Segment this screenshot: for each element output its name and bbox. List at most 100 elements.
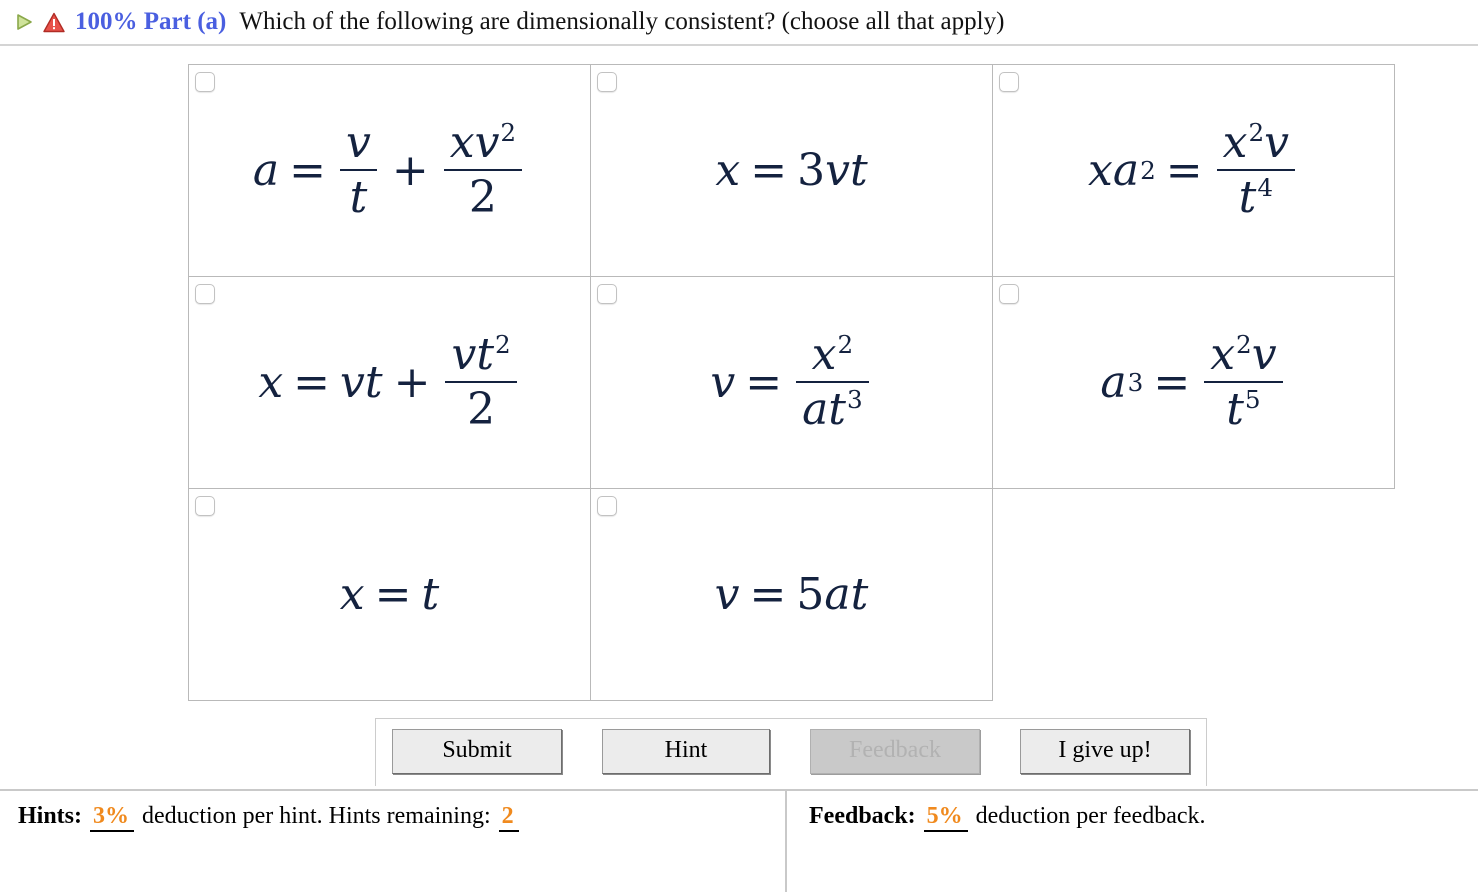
option-cell-8[interactable]: v = 5 a t: [590, 488, 993, 701]
hints-remaining-value: 2: [498, 803, 519, 832]
formula-3-equals: =: [1165, 144, 1203, 196]
formula-1-f2-num: xv2: [444, 116, 522, 169]
options-row-1: a = v t + xv2 2 x = 3 v t x a 2 = x2v t4: [188, 64, 1395, 277]
options-row-2: x = v t + vt2 2 v = x2 at3 a 3 = x2v t5: [188, 276, 1395, 489]
hints-panel: Hints: 3% deduction per hint. Hints rema…: [0, 791, 787, 892]
formula-4-num-exp: 2: [495, 330, 511, 360]
question-header: 100% Part (a) Which of the following are…: [0, 0, 1478, 46]
formula-6-den: t5: [1204, 381, 1283, 435]
question-prompt: Which of the following are dimensionally…: [239, 8, 1005, 35]
options-grid: a = v t + xv2 2 x = 3 v t x a 2 = x2v t4…: [188, 64, 1395, 701]
option-formula-1: a = v t + xv2 2: [252, 116, 526, 221]
formula-3-lhs-x: x: [1088, 144, 1113, 196]
formula-4-equals: =: [293, 356, 331, 408]
option-cell-6[interactable]: a3 = x2v t5: [992, 276, 1395, 489]
formula-5-den: at3: [796, 381, 869, 433]
feedback-deduction-value: 5%: [923, 803, 968, 832]
formula-1-equals: =: [289, 144, 326, 196]
formula-1-f1-num: v: [346, 116, 371, 168]
formula-7-equals: =: [374, 568, 412, 620]
play-triangle-icon[interactable]: [14, 12, 34, 32]
option-cell-empty: [993, 489, 1395, 701]
option-checkbox-6[interactable]: [999, 284, 1019, 304]
formula-3-den-exp: 4: [1257, 173, 1273, 203]
formula-5-lhs: v: [710, 356, 736, 408]
formula-8-equals: =: [749, 568, 787, 620]
option-cell-3[interactable]: x a 2 = x2v t4: [992, 64, 1395, 277]
formula-1-f2-num-v: v: [474, 116, 500, 168]
give-up-button[interactable]: I give up!: [1020, 729, 1190, 774]
feedback-label: Feedback:: [809, 803, 916, 829]
formula-5-den-a: a: [802, 384, 829, 435]
option-checkbox-2[interactable]: [597, 72, 617, 92]
formula-4-num-t: t: [476, 328, 494, 380]
formula-2-coef: 3: [797, 144, 826, 196]
option-formula-4: x = v t + vt2 2: [258, 328, 520, 433]
formula-6-lhs-a: a: [1100, 356, 1127, 408]
option-checkbox-4[interactable]: [195, 284, 215, 304]
formula-4-num: vt2: [445, 328, 516, 381]
formula-4-den: 2: [445, 381, 517, 433]
formula-6-num-v: v: [1251, 328, 1277, 380]
formula-4-fraction: vt2 2: [445, 328, 517, 433]
formula-6-den-exp: 5: [1244, 385, 1261, 415]
formula-1-f2-den: 2: [443, 169, 523, 221]
formula-5-equals: =: [745, 356, 783, 408]
option-cell-4[interactable]: x = v t + vt2 2: [188, 276, 591, 489]
formula-3-lhs-a: a: [1112, 144, 1140, 196]
option-cell-1[interactable]: a = v t + xv2 2: [188, 64, 591, 277]
warning-triangle-icon[interactable]: [43, 12, 65, 33]
formula-4-lhs: x: [258, 356, 284, 408]
option-formula-7: x = t: [340, 568, 440, 620]
option-formula-3: x a 2 = x2v t4: [1088, 118, 1299, 223]
hint-button[interactable]: Hint: [602, 729, 770, 774]
formula-1-f1-den: t: [340, 169, 377, 221]
formula-5-num-x: x: [811, 328, 837, 380]
option-formula-6: a3 = x2v t5: [1100, 328, 1286, 435]
option-checkbox-8[interactable]: [597, 496, 617, 516]
formula-3-num-exp: 2: [1248, 118, 1265, 148]
formula-6-num: x2v: [1204, 328, 1282, 381]
formula-2-equals: =: [750, 144, 788, 196]
formula-1-plus: +: [391, 144, 429, 196]
formula-7-rhs: t: [421, 568, 440, 620]
option-cell-7[interactable]: x = t: [188, 488, 591, 701]
formula-1-fraction-1: v t: [340, 116, 377, 221]
formula-1-fraction-2: xv2 2: [443, 116, 523, 221]
formula-3-num: x2v: [1217, 118, 1295, 169]
formula-4-v: v: [340, 356, 365, 408]
option-formula-8: v = 5 a t: [715, 568, 869, 620]
formula-3-den-t: t: [1238, 172, 1257, 223]
formula-6-equals: =: [1153, 356, 1191, 408]
formula-8-coef: 5: [796, 568, 825, 620]
hints-description: deduction per hint. Hints remaining:: [142, 803, 491, 829]
formula-5-den-t: t: [828, 384, 846, 435]
options-row-3: x = t v = 5 a t: [188, 488, 1395, 701]
formula-8-t: t: [850, 568, 869, 620]
formula-1-f2-num-x: x: [449, 116, 475, 168]
action-bar: Submit Hint Feedback I give up!: [375, 718, 1207, 786]
submit-button[interactable]: Submit: [392, 729, 562, 774]
option-checkbox-1[interactable]: [195, 72, 215, 92]
option-checkbox-3[interactable]: [999, 72, 1019, 92]
option-formula-5: v = x2 at3: [710, 328, 872, 433]
formula-3-fraction: x2v t4: [1216, 118, 1295, 223]
action-bar-wrapper: Submit Hint Feedback I give up!: [0, 718, 1478, 786]
formula-8-a: a: [824, 568, 851, 620]
formula-3-den: t4: [1216, 169, 1295, 223]
formula-6-num-exp: 2: [1236, 330, 1252, 360]
deduction-footer: Hints: 3% deduction per hint. Hints rema…: [0, 789, 1478, 892]
formula-6-den-t: t: [1226, 384, 1244, 435]
option-cell-2[interactable]: x = 3 v t: [590, 64, 993, 277]
option-formula-2: x = 3 v t: [715, 144, 867, 196]
formula-5-fraction: x2 at3: [796, 328, 869, 433]
formula-6-num-x: x: [1210, 328, 1236, 380]
formula-4-plus: +: [393, 356, 431, 408]
score-part-label: 100% Part (a): [75, 8, 227, 35]
formula-1-lhs: a: [252, 144, 280, 196]
option-checkbox-7[interactable]: [195, 496, 215, 516]
formula-1-f2-num-exp: 2: [500, 118, 517, 148]
option-cell-5[interactable]: v = x2 at3: [590, 276, 993, 489]
feedback-description: deduction per feedback.: [975, 803, 1206, 829]
option-checkbox-5[interactable]: [597, 284, 617, 304]
